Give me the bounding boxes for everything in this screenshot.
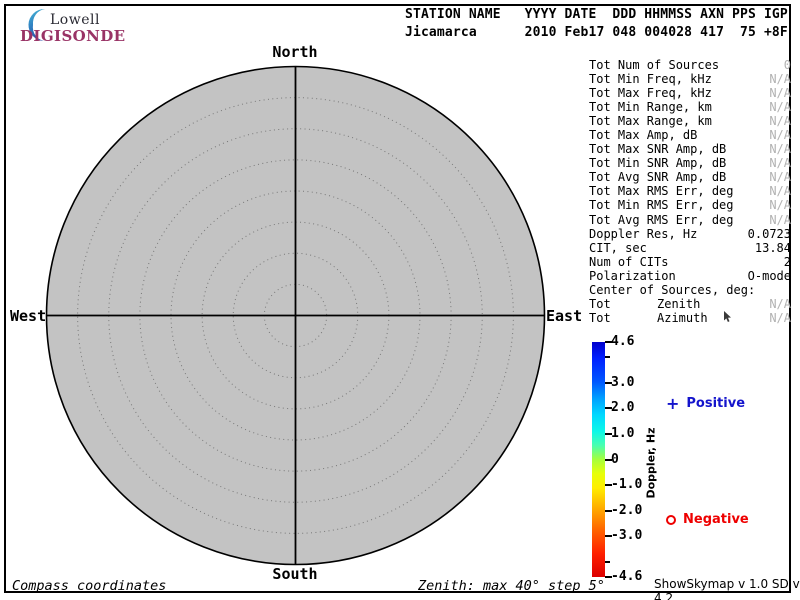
colorbar-tick-label: -2.0 xyxy=(611,503,642,518)
stats-row: Tot Max Freq, kHz N/A xyxy=(589,86,791,100)
colorbar-tick-label: 4.6 xyxy=(611,334,634,349)
stats-sublabel: Zenith xyxy=(657,297,700,311)
stats-label: Tot xyxy=(589,311,611,325)
colorbar-tick-label: 1.0 xyxy=(611,426,634,441)
stats-value: N/A xyxy=(769,128,791,142)
colorbar-tick-label: -1.0 xyxy=(611,477,642,492)
stats-label: Tot Max Amp, dB xyxy=(589,128,697,142)
stats-label: Tot Max SNR Amp, dB xyxy=(589,142,726,156)
stats-label: Tot Avg RMS Err, deg xyxy=(589,213,734,227)
stats-label: Tot Avg SNR Amp, dB xyxy=(589,170,726,184)
stats-value: N/A xyxy=(769,142,791,156)
legend-negative-label: Negative xyxy=(683,512,749,527)
stats-value: N/A xyxy=(769,213,791,227)
stats-label: Tot Max RMS Err, deg xyxy=(589,184,734,198)
stats-sublabel: Azimuth xyxy=(657,311,708,325)
zenith-range-label: Zenith: max 40° step 5° xyxy=(418,578,605,594)
circle-marker-icon xyxy=(666,515,676,525)
stats-row: Tot Min SNR Amp, dB N/A xyxy=(589,156,791,170)
colorbar-tick-label: -4.6 xyxy=(611,569,642,584)
stats-value: N/A xyxy=(769,198,791,212)
stats-row: Tot Num of Sources 0 xyxy=(589,58,791,72)
stats-value: N/A xyxy=(769,114,791,128)
showskymap-window: Lowell DIGISONDE STATION NAME YYYY DATE … xyxy=(0,0,800,600)
stats-row: Tot Avg SNR Amp, dB N/A xyxy=(589,170,791,184)
stats-row: CIT, sec 13.84 xyxy=(589,241,791,255)
stats-row: Center of Sources, deg: xyxy=(589,283,791,297)
logo-digisonde-text: DIGISONDE xyxy=(20,27,126,45)
stats-label: Tot Min Range, km xyxy=(589,100,712,114)
stats-value: O-mode xyxy=(748,269,791,283)
version-label: ShowSkymap v 1.0 SD v 4.2 xyxy=(654,577,800,600)
stats-label: Tot Num of Sources xyxy=(589,58,719,72)
header-column-labels: STATION NAME YYYY DATE DDD HHMMSS AXN PP… xyxy=(405,7,788,22)
colorbar-minor-tick xyxy=(605,561,610,563)
stats-label: Tot Min RMS Err, deg xyxy=(589,198,734,212)
legend-negative: Negative xyxy=(666,512,749,527)
stats-label: Tot Min Freq, kHz xyxy=(589,72,712,86)
stats-label: Num of CITs xyxy=(589,255,668,269)
stats-label: Tot xyxy=(589,297,611,311)
stats-value: N/A xyxy=(769,184,791,198)
stats-row: Tot Azimuth N/A xyxy=(589,311,791,325)
stats-value: 13.84 xyxy=(755,241,791,255)
compass-label-north: North xyxy=(272,43,317,61)
stats-row: Polarization O-mode xyxy=(589,269,791,283)
stats-value: N/A xyxy=(769,86,791,100)
stats-value: 0.0723 xyxy=(748,227,791,241)
stats-row: Tot Max RMS Err, deg N/A xyxy=(589,184,791,198)
stats-value: N/A xyxy=(769,170,791,184)
stats-value: N/A xyxy=(769,297,791,311)
legend-positive-label: Positive xyxy=(686,396,745,411)
stats-row: Tot Min Range, km N/A xyxy=(589,100,791,114)
stats-row: Tot Zenith N/A xyxy=(589,297,791,311)
stats-label: Center of Sources, deg: xyxy=(589,283,755,297)
legend-positive: + Positive xyxy=(666,396,745,411)
stats-row: Tot Max Amp, dB N/A xyxy=(589,128,791,142)
stats-label: Tot Max Range, km xyxy=(589,114,712,128)
colorbar-tick-label: 0 xyxy=(611,452,619,467)
coordinates-mode-label: Compass coordinates xyxy=(12,578,166,594)
stats-row: Tot Avg RMS Err, deg N/A xyxy=(589,213,791,227)
stats-row: Num of CITs 2 xyxy=(589,255,791,269)
stats-value: N/A xyxy=(769,156,791,170)
compass-label-east: East xyxy=(546,307,582,325)
doppler-colorbar xyxy=(592,342,605,577)
stats-row: Tot Min RMS Err, deg N/A xyxy=(589,198,791,212)
stats-label: Doppler Res, Hz xyxy=(589,227,697,241)
plus-marker-icon: + xyxy=(666,397,679,410)
header-values: Jicamarca 2010 Feb17 048 004028 417 75 +… xyxy=(405,25,788,40)
colorbar-minor-tick xyxy=(605,356,610,358)
stats-label: Tot Min SNR Amp, dB xyxy=(589,156,726,170)
stats-value: N/A xyxy=(769,311,791,325)
stats-value: 0 xyxy=(784,58,791,72)
colorbar-tick-label: 2.0 xyxy=(611,400,634,415)
compass-label-west: West xyxy=(10,307,44,325)
stats-row: Tot Max SNR Amp, dB N/A xyxy=(589,142,791,156)
skymap-polar-plot xyxy=(40,60,552,572)
colorbar-tick-label: -3.0 xyxy=(611,528,642,543)
stats-label: Tot Max Freq, kHz xyxy=(589,86,712,100)
stats-value: N/A xyxy=(769,72,791,86)
stats-label: Polarization xyxy=(589,269,676,283)
measurement-stats-panel: Tot Num of Sources0Tot Min Freq, kHzN/AT… xyxy=(589,58,791,325)
stats-label: CIT, sec xyxy=(589,241,647,255)
station-header: STATION NAME YYYY DATE DDD HHMMSS AXN PP… xyxy=(405,6,788,41)
logo-lowell-text: Lowell xyxy=(50,12,100,28)
colorbar-tick-label: 3.0 xyxy=(611,375,634,390)
stats-row: Doppler Res, Hz 0.0723 xyxy=(589,227,791,241)
stats-row: Tot Min Freq, kHz N/A xyxy=(589,72,791,86)
stats-row: Tot Max Range, km N/A xyxy=(589,114,791,128)
mouse-cursor xyxy=(723,311,733,323)
stats-value: N/A xyxy=(769,100,791,114)
colorbar-axis-title: Doppler, Hz xyxy=(645,427,658,498)
stats-value: 2 xyxy=(784,255,791,269)
compass-label-south: South xyxy=(272,565,317,583)
